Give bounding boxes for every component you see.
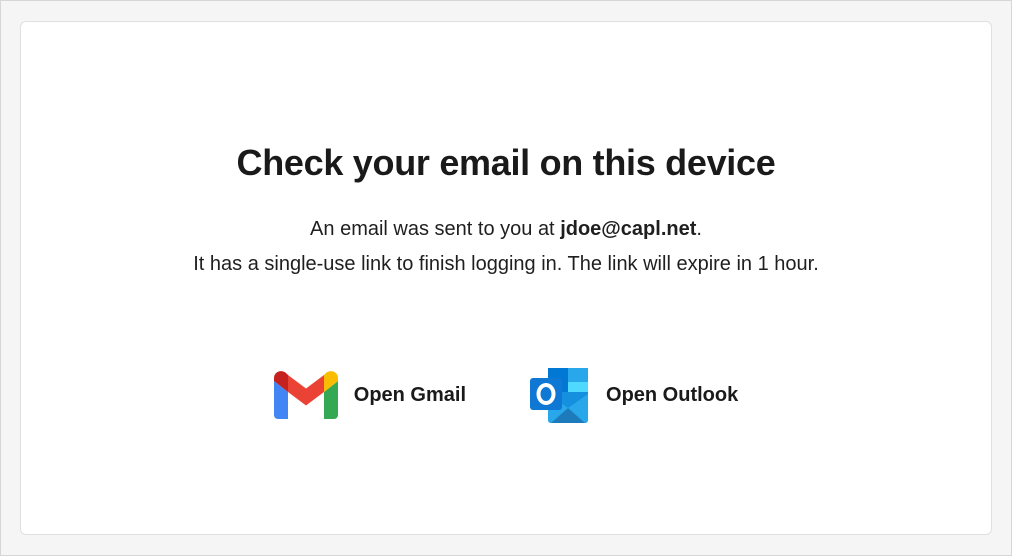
open-gmail-label: Open Gmail [353,383,467,406]
gmail-icon [273,371,338,419]
message-prefix: An email was sent to you at [310,218,561,240]
message-line-2: It has a single-use link to finish loggi… [193,253,819,275]
confirmation-card: Check your email on this device An email… [20,21,992,535]
open-gmail-button[interactable]: Open Gmail [273,366,467,424]
email-app-links: Open Gmail Open Outlook [21,366,991,424]
open-outlook-button[interactable]: Open Outlook [530,366,738,424]
email-sent-message: An email was sent to you at jdoe@capl.ne… [21,212,991,282]
message-suffix: . [696,218,702,240]
message-line-1: An email was sent to you at jdoe@capl.ne… [21,212,991,247]
page-title: Check your email on this device [236,142,776,183]
open-outlook-label: Open Outlook [606,383,739,406]
outlook-icon [530,366,590,424]
recipient-email: jdoe@capl.net [560,218,697,240]
